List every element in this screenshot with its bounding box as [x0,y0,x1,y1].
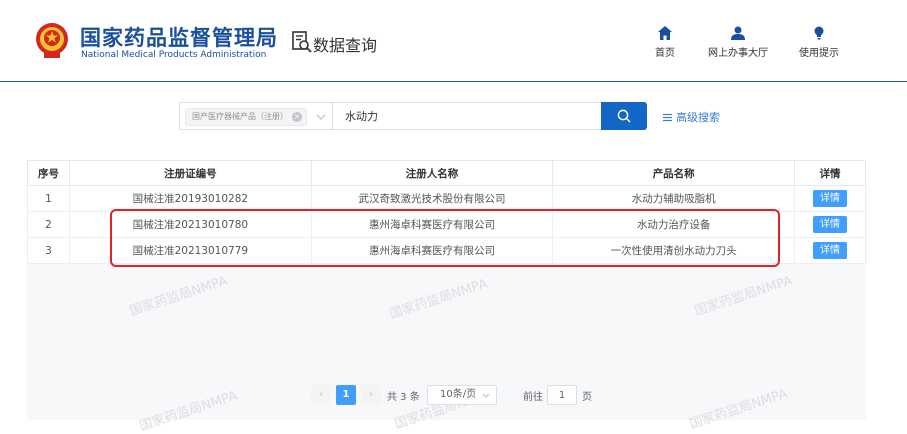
watermark: 国家药监局NMPA [687,386,790,433]
filter-icon [663,113,672,122]
search-icon [617,109,631,123]
cell-reg-no: 国械注准20193010282 [68,185,312,212]
column-header: 注册证编号 [68,160,312,186]
total-count: 共 3 条 [387,392,420,403]
lightbulb-icon [814,26,824,40]
page-size-value: 10条/页 [440,389,477,400]
chevron-down-icon[interactable] [316,112,326,122]
advanced-search-label: 高级搜索 [676,111,720,124]
cell-detail: 详情 [794,185,866,212]
goto-page-input[interactable] [547,385,577,405]
section-title: 数据查询 [313,36,378,55]
cell-index: 2 [27,211,70,238]
search-button[interactable] [601,102,647,130]
detail-button[interactable]: 详情 [813,190,847,207]
chevron-down-icon [482,393,490,398]
column-header: 产品名称 [552,160,796,186]
detail-button[interactable]: 详情 [813,216,847,233]
watermark: 国家药监局NMPA [692,273,795,320]
data-query-icon [292,31,312,53]
user-icon [731,26,745,40]
cell-product: 水动力辅助吸脂机 [552,185,796,212]
column-header: 注册人名称 [310,160,554,186]
page-number[interactable]: 1 [336,385,356,405]
advanced-search-link[interactable]: 高级搜索 [663,109,720,125]
column-header: 序号 [27,160,70,186]
cell-index: 3 [27,237,70,264]
site-header: 国家药品监督管理局 National Medical Products Admi… [0,0,907,82]
nav-home[interactable]: 首页 [655,26,675,59]
watermark: 国家药监局NMPA [127,273,230,320]
keyword-input[interactable] [332,102,602,130]
national-emblem-icon [36,23,68,58]
nav-home-label: 首页 [655,48,675,59]
results-panel: 国家药监局NMPA 国家药监局NMPA 国家药监局NMPA 国家药监局NMPA … [27,160,866,434]
home-icon [658,26,672,40]
watermark: 国家药监局NMPA [137,388,240,434]
nav-online-hall-label: 网上办事大厅 [708,48,768,59]
cell-index: 1 [27,185,70,212]
cell-registrant: 武汉奇致激光技术股份有限公司 [310,185,554,212]
prev-page-button[interactable]: ‹ [311,385,331,405]
nav-online-hall[interactable]: 网上办事大厅 [708,26,768,59]
next-page-button[interactable]: › [361,385,381,405]
table-row: 1 国械注准20193010282 武汉奇致激光技术股份有限公司 水动力辅助吸脂… [27,185,866,212]
goto-prefix: 前往 [523,392,543,403]
cell-detail: 详情 [794,237,866,264]
nav-tips-label: 使用提示 [799,48,839,59]
category-select[interactable]: 国产医疗器械产品（注册） × [179,102,332,130]
nav-tips[interactable]: 使用提示 [799,26,839,59]
page-size-select[interactable]: 10条/页 [427,385,497,405]
cell-detail: 详情 [794,211,866,238]
goto-suffix: 页 [582,392,592,403]
detail-button[interactable]: 详情 [813,242,847,259]
close-icon[interactable]: × [292,112,302,122]
brand-title: 国家药品监督管理局 [80,26,278,50]
watermark: 国家药监局NMPA [387,276,490,323]
category-tag-label: 国产医疗器械产品（注册） [192,112,288,121]
highlight-box [110,209,780,267]
column-header: 详情 [794,160,866,186]
category-tag: 国产医疗器械产品（注册） × [185,108,307,126]
table-header-row: 序号 注册证编号 注册人名称 产品名称 详情 [27,160,866,186]
brand-subtitle: National Medical Products Administration [81,50,267,60]
